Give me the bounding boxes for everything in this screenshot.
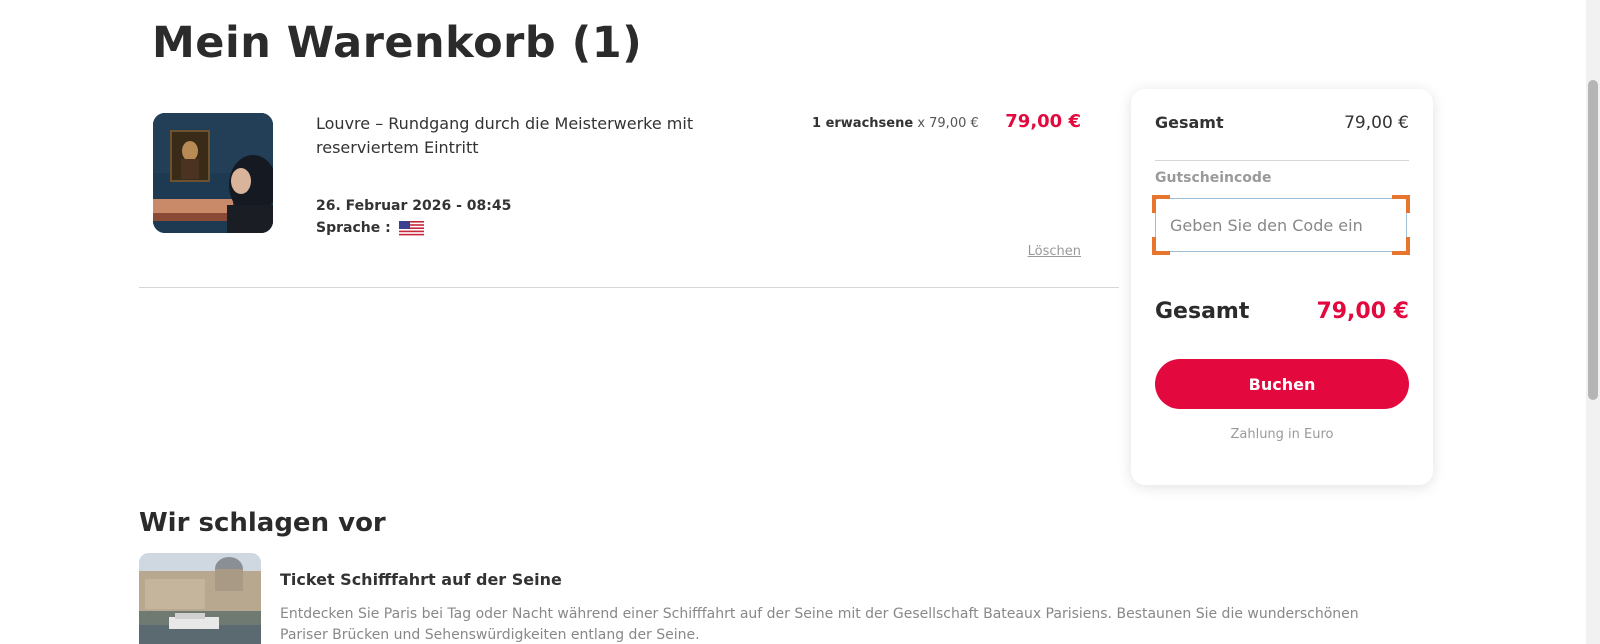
delete-item-link[interactable]: Löschen <box>1028 244 1081 259</box>
cart-item-image[interactable] <box>153 113 273 233</box>
cart-page: Mein Warenkorb (1) Louvre – Rundgang dur… <box>0 0 1600 644</box>
payment-note: Zahlung in Euro <box>1230 427 1334 442</box>
subtotal-row: Gesamt 79,00 € <box>1155 113 1409 133</box>
page-title: Mein Warenkorb (1) <box>152 18 643 68</box>
cart-item-title[interactable]: Louvre – Rundgang durch die Meisterwerke… <box>316 112 716 160</box>
suggestion-description: Entdecken Sie Paris bei Tag oder Nacht w… <box>280 606 1359 643</box>
scrollbar-thumb[interactable] <box>1588 80 1598 400</box>
book-button[interactable]: Buchen <box>1155 359 1409 409</box>
focus-corner <box>1392 195 1410 213</box>
us-flag-icon <box>398 220 424 236</box>
subtotal-value: 79,00 € <box>1344 113 1409 133</box>
unit-price: x 79,00 € <box>917 116 979 131</box>
coupon-field-wrapper <box>1152 195 1410 255</box>
coupon-label: Gutscheincode <box>1155 170 1272 186</box>
order-summary-card: Gesamt 79,00 € Gutscheincode Gesamt 79,0… <box>1131 89 1433 485</box>
total-label: Gesamt <box>1155 299 1250 324</box>
coupon-input[interactable] <box>1155 198 1407 252</box>
quantity-label: 1 erwachsene <box>812 116 914 131</box>
focus-corner <box>1152 195 1170 213</box>
total-value: 79,00 € <box>1316 299 1409 324</box>
subtotal-label: Gesamt <box>1155 113 1224 132</box>
cart-item-date: 26. Februar 2026 - 08:45 <box>316 198 512 214</box>
total-row: Gesamt 79,00 € <box>1155 299 1409 324</box>
language-label: Sprache : <box>316 220 391 236</box>
cart-item-price: 79,00 € <box>1005 111 1081 132</box>
focus-corner <box>1392 237 1410 255</box>
focus-corner <box>1152 237 1170 255</box>
suggestion-title[interactable]: Ticket Schifffahrt auf der Seine <box>280 570 562 589</box>
cart-item-quantity: 1 erwachsene x 79,00 € <box>812 116 979 131</box>
cart-divider <box>139 287 1119 288</box>
suggestions-heading: Wir schlagen vor <box>139 508 386 538</box>
suggestion-image[interactable] <box>139 553 261 644</box>
vertical-scrollbar[interactable] <box>1586 0 1600 644</box>
seine-boat-image <box>139 553 261 644</box>
louvre-mona-lisa-image <box>153 113 273 233</box>
summary-divider <box>1155 160 1409 161</box>
cart-item-language: Sprache : <box>316 220 424 236</box>
